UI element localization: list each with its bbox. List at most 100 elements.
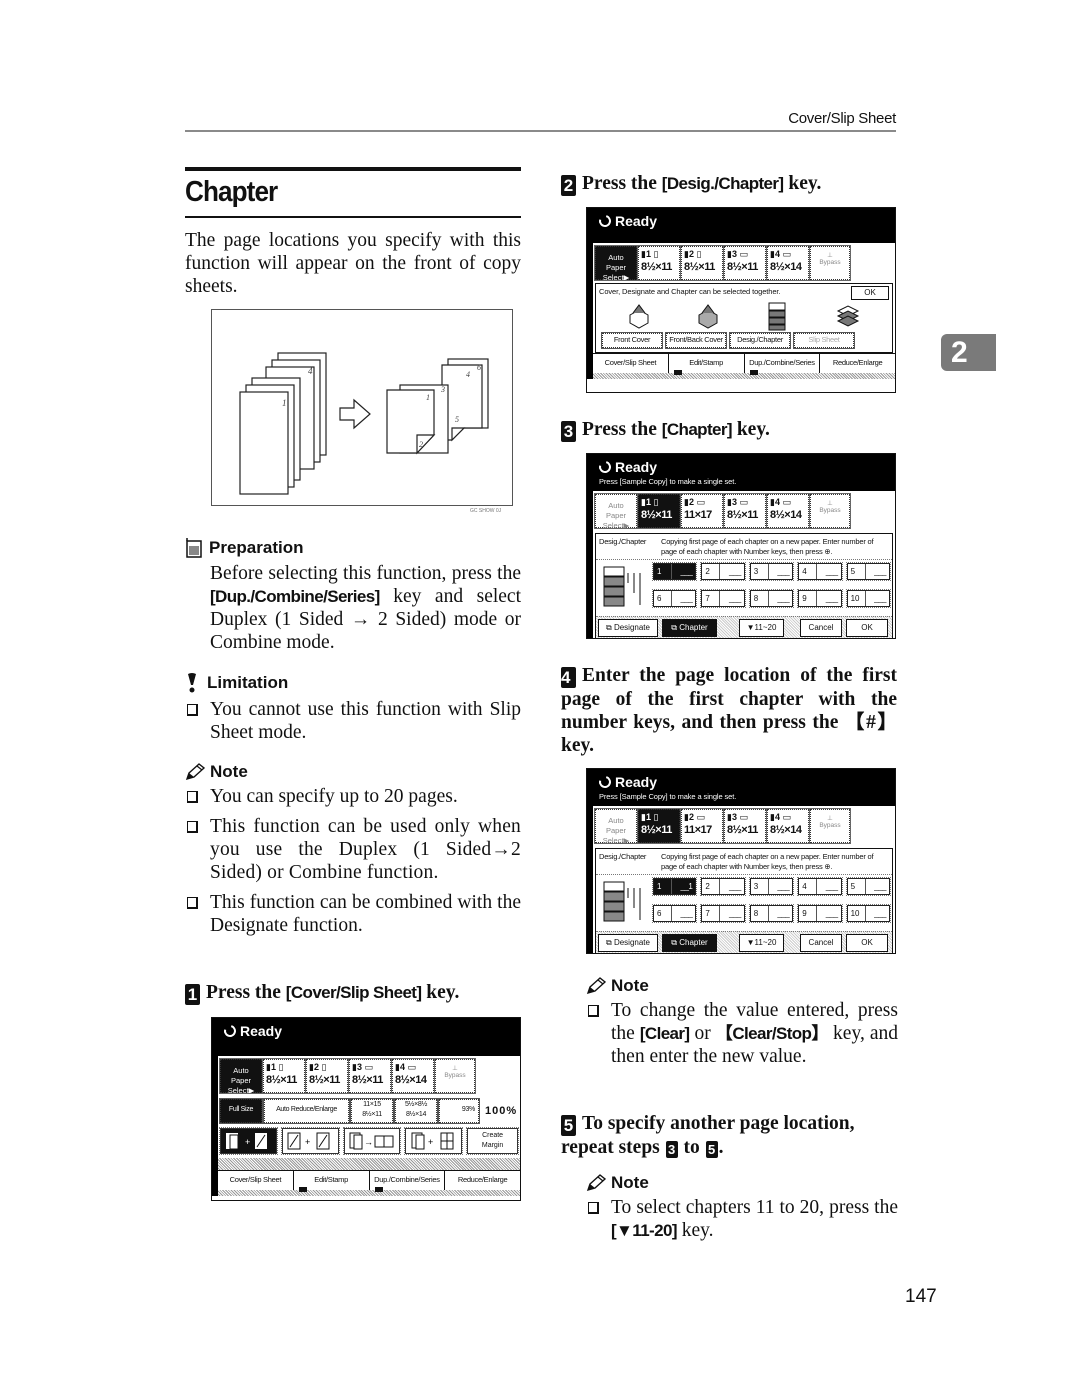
tray-2-button[interactable]: ▮2 ▭ 11×17 — [680, 493, 724, 529]
auto-paper-select-button[interactable]: Auto Paper Select▶ — [594, 245, 638, 282]
limitation-icon — [188, 673, 196, 693]
step-number: 2 — [561, 175, 576, 196]
tray-2-button[interactable]: ▮2 ▭ 11×17 — [680, 808, 724, 844]
designate-button[interactable]: ⧉ Designate — [598, 934, 658, 952]
cancel-button[interactable]: Cancel — [800, 934, 842, 952]
page-stack-diagram: 4 1 6 4 3 1 5 2 — [239, 352, 489, 495]
tray-4-button[interactable]: ▮4 ▭ 8½×14 — [766, 245, 810, 281]
chapter-cell[interactable]: 7 ___ — [700, 588, 746, 608]
chapter-cell[interactable]: 6 ___ — [651, 903, 698, 923]
chapter-cell[interactable]: 5 ___ — [845, 562, 892, 581]
next-range-button[interactable]: ▼11~20 — [739, 619, 784, 637]
cover-icon-row — [596, 299, 892, 331]
chapter-cell[interactable]: 1 __1 — [651, 877, 698, 896]
tray-1-button[interactable]: ▮1 ▯ 8½×11 — [262, 1058, 306, 1094]
tray-3-button[interactable]: ▮3 ▭ 8½×11 — [723, 808, 767, 844]
chapter-cell[interactable]: 9 ___ — [797, 588, 843, 608]
tab-cover-slip-sheet[interactable]: Cover/Slip Sheet — [218, 1171, 294, 1190]
chapter-button[interactable]: ⧉ Chapter — [662, 619, 717, 637]
paper-tray-row: Auto Paper Select▶ ▮1 ▯ 8½×11 ▮2 ▭ 11×17 ▮3… — [593, 491, 895, 531]
ratio-11x15-button[interactable]: 11×15 8½×11 — [350, 1098, 394, 1124]
tab-cover-slip-sheet[interactable]: Cover/Slip Sheet — [593, 354, 669, 373]
result-page-label: 1 — [426, 393, 430, 402]
tab-edit-stamp[interactable]: Edit/Stamp — [293, 1171, 370, 1192]
full-size-button[interactable]: Full Size — [219, 1098, 263, 1124]
ready-ring-icon — [596, 458, 614, 476]
chapter-cell[interactable]: 1 ___ — [651, 562, 698, 581]
ok-button[interactable]: OK — [851, 286, 889, 300]
chapter-cell[interactable]: 4 ___ — [797, 562, 843, 581]
tray-2-button[interactable]: ▮2 ▯ 8½×11 — [680, 245, 724, 281]
ratio-93-button[interactable]: 93% — [438, 1098, 480, 1124]
chapter-cell[interactable]: 10 ___ — [845, 588, 892, 608]
chapter-cell[interactable]: 3 ___ — [748, 877, 795, 896]
tray-1-button[interactable]: ▮1 ▯ 8½×11 — [637, 245, 681, 281]
chapter-cell[interactable]: 3 ___ — [748, 562, 795, 581]
bypass-button[interactable]: ⊥ Bypass — [809, 808, 851, 844]
auto-paper-select-button[interactable]: Auto Paper Select▶ — [594, 493, 638, 530]
duplex-2to2-button[interactable]: + — [280, 1127, 340, 1155]
cancel-button[interactable]: Cancel — [800, 619, 842, 637]
chapter-cell[interactable]: 8 ___ — [748, 588, 795, 608]
tray-4-button[interactable]: ▮4 ▭ 8½×14 — [766, 493, 810, 529]
bullet-box-icon — [588, 1005, 599, 1017]
ok-button[interactable]: OK — [846, 934, 888, 952]
tray-3-button[interactable]: ▮3 ▭ 8½×11 — [723, 245, 767, 281]
designate-button[interactable]: ⧉ Designate — [598, 619, 658, 637]
tray-3-button[interactable]: ▮3 ▭ 8½×11 — [348, 1058, 392, 1094]
chapter-cell[interactable]: 4 ___ — [797, 877, 843, 896]
chapter-cell[interactable]: 9 ___ — [797, 903, 843, 923]
chapter-cell[interactable]: 2 ___ — [700, 562, 746, 581]
svg-text:+: + — [428, 1137, 433, 1147]
auto-paper-select-button[interactable]: Auto Paper Select▶ — [594, 808, 638, 845]
combine-4-icon: + — [411, 1132, 454, 1150]
combine-2in1-button[interactable]: → — [342, 1127, 402, 1155]
ok-button[interactable]: OK — [846, 619, 888, 637]
step-number: 3 — [561, 421, 576, 442]
create-margin-button[interactable]: Create Margin — [466, 1127, 520, 1155]
preparation-block: Preparation Before selecting this functi… — [185, 538, 525, 654]
step-number: 4 — [561, 667, 576, 688]
arrow-right-icon — [339, 398, 371, 430]
bypass-button[interactable]: ⊥ Bypass — [434, 1058, 476, 1094]
paper-tray-row: Auto Paper Select▶ ▮1 ▯ 8½×11 ▮2 ▭ 11×17 ▮3… — [593, 806, 895, 846]
chapter-cell[interactable]: 10 ___ — [845, 903, 892, 923]
bypass-button[interactable]: ⊥ Bypass — [809, 493, 851, 529]
desig-chapter-button[interactable]: Desig./Chapter — [729, 332, 791, 349]
chapter-cell[interactable]: 5 ___ — [845, 877, 892, 896]
tray-1-button[interactable]: ▮1 ▯ 8½×11 — [637, 493, 681, 529]
tray-4-button[interactable]: ▮4 ▭ 8½×14 — [391, 1058, 435, 1094]
tray-4-button[interactable]: ▮4 ▭ 8½×14 — [766, 808, 810, 844]
chapter-cell[interactable]: 2 ___ — [700, 877, 746, 896]
next-range-button[interactable]: ▼11~20 — [739, 934, 784, 952]
bypass-button[interactable]: ⊥ Bypass — [809, 245, 851, 281]
step-1: 1 Press the [Cover/Slip Sheet] key. — [185, 981, 525, 1005]
auto-reduce-enlarge-button[interactable]: Auto Reduce/Enlarge — [263, 1098, 350, 1124]
combine-4in1-button[interactable]: + — [404, 1127, 464, 1155]
chapter-cell[interactable]: 8 ___ — [748, 903, 795, 923]
tab-dup-combine-series[interactable]: Dup./Combine/Series — [744, 354, 821, 375]
function-tabs: Cover/Slip Sheet Edit/Stamp Dup./Combine… — [218, 1170, 520, 1192]
tab-edit-stamp[interactable]: Edit/Stamp — [668, 354, 745, 375]
duplex-1to2-button[interactable]: + — [219, 1127, 278, 1155]
ratio-5x8-button[interactable]: 5½×8½ 8½×14 — [394, 1098, 438, 1124]
slip-sheet-button[interactable]: Slip Sheet — [793, 332, 855, 349]
next-range-key: [▼11-20] — [611, 1221, 677, 1240]
tab-reduce-enlarge[interactable]: Reduce/Enlarge — [820, 354, 895, 373]
chapter-key: [Chapter] — [661, 420, 733, 439]
tab-dup-combine-series[interactable]: Dup./Combine/Series — [369, 1171, 446, 1192]
tray-3-button[interactable]: ▮3 ▭ 8½×11 — [723, 493, 767, 529]
chapter-cell[interactable]: 7 ___ — [700, 903, 746, 923]
chapter-button[interactable]: ⧉ Chapter — [662, 934, 717, 952]
note-block: Note You can specify up to 20 pages. Thi… — [185, 762, 525, 944]
bullet-box-icon — [187, 821, 198, 833]
tab-reduce-enlarge[interactable]: Reduce/Enlarge — [445, 1171, 520, 1190]
tray-1-button[interactable]: ▮1 ▯ 8½×11 — [637, 808, 681, 844]
front-cover-button[interactable]: Front Cover — [601, 332, 663, 349]
chapter-entry-screen-filled: Ready Press [Sample Copy] to make a sing… — [586, 768, 896, 954]
tray-2-button[interactable]: ▮2 ▯ 8½×11 — [305, 1058, 349, 1094]
auto-paper-select-button[interactable]: Auto Paper Select▶ — [219, 1058, 263, 1095]
desig-chapter-key: [Desig./Chapter] — [661, 174, 784, 193]
chapter-cell[interactable]: 6 ___ — [651, 588, 698, 608]
front-back-cover-button[interactable]: Front/Back Cover — [665, 332, 727, 349]
